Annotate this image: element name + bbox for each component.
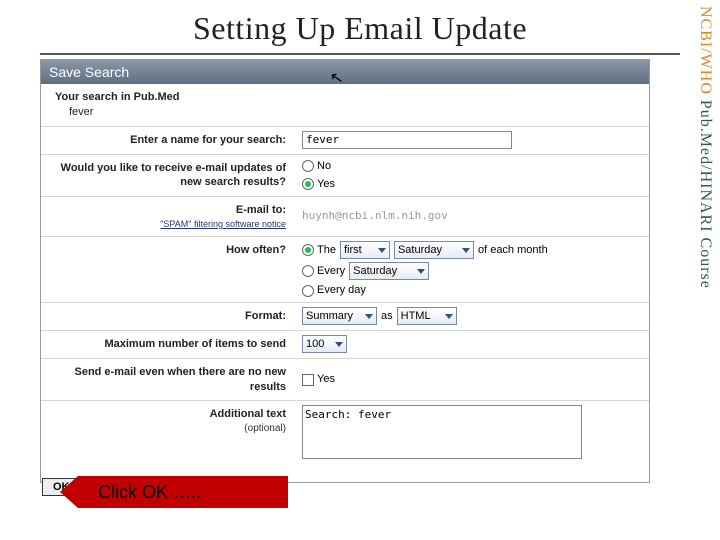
howoften-everyday-label: Every day bbox=[317, 283, 366, 298]
row-even: Send e-mail even when there are no new r… bbox=[41, 359, 649, 402]
search-value: fever bbox=[55, 105, 286, 120]
addl-sub: (optional) bbox=[47, 422, 286, 436]
radio-icon bbox=[302, 265, 314, 277]
additional-text-input[interactable]: Search: fever bbox=[302, 405, 582, 459]
row-additional: Additional text (optional) Search: fever bbox=[41, 401, 649, 463]
howoften-ofeach: of each month bbox=[478, 243, 548, 258]
radio-icon bbox=[302, 178, 314, 190]
format-html-select[interactable]: HTML bbox=[397, 307, 457, 325]
sidebar-rest: Pub.Med/HINARI Course bbox=[697, 95, 714, 289]
updates-label: Would you like to receive e-mail updates… bbox=[41, 155, 296, 197]
even-label: Send e-mail even when there are no new r… bbox=[41, 359, 296, 401]
howoften-every-select[interactable]: Saturday bbox=[349, 262, 429, 280]
search-label-text: Your search in Pub.Med bbox=[55, 91, 180, 103]
spam-notice-link[interactable]: "SPAM" filtering software notice bbox=[47, 218, 286, 230]
course-sidebar-text: NCBI/WHO Pub.Med/HINARI Course bbox=[696, 6, 714, 289]
row-howoften: How often? The first Saturday of each mo… bbox=[41, 237, 649, 303]
search-label: Your search in Pub.Med fever bbox=[41, 84, 296, 126]
row-format: Format: Summary as HTML bbox=[41, 303, 649, 331]
addl-label: Additional text (optional) bbox=[41, 401, 296, 463]
save-search-panel: Save Search Your search in Pub.Med fever… bbox=[40, 59, 650, 483]
panel-header: Save Search bbox=[41, 60, 649, 84]
row-name: Enter a name for your search: fever bbox=[41, 127, 649, 155]
emailto-label: E-mail to: "SPAM" filtering software not… bbox=[41, 197, 296, 236]
howoften-day-select[interactable]: Saturday bbox=[394, 241, 474, 259]
addl-label-text: Additional text bbox=[210, 408, 286, 420]
row-max: Maximum number of items to send 100 bbox=[41, 331, 649, 359]
format-select[interactable]: Summary bbox=[302, 307, 377, 325]
callout-box: Click OK ….. bbox=[78, 476, 288, 508]
max-label: Maximum number of items to send bbox=[41, 331, 296, 358]
arrow-left-icon bbox=[60, 476, 78, 508]
updates-no-label: No bbox=[317, 159, 331, 174]
even-yes-label: Yes bbox=[317, 372, 335, 387]
radio-icon bbox=[302, 244, 314, 256]
slide-title: Setting Up Email Update bbox=[0, 0, 720, 53]
emailto-value: huynh@ncbi.nlm.nih.gov bbox=[302, 209, 448, 224]
divider bbox=[40, 53, 680, 55]
emailto-label-text: E-mail to: bbox=[236, 204, 286, 216]
updates-no-radio[interactable]: No bbox=[302, 159, 335, 174]
row-emailto: E-mail to: "SPAM" filtering software not… bbox=[41, 197, 649, 237]
updates-yes-label: Yes bbox=[317, 177, 335, 192]
howoften-every-radio[interactable]: Every bbox=[302, 264, 345, 279]
name-input[interactable]: fever bbox=[302, 131, 512, 149]
howoften-every-label: Every bbox=[317, 264, 345, 279]
howoften-ordinal-select[interactable]: first bbox=[340, 241, 390, 259]
howoften-the-radio[interactable]: The bbox=[302, 243, 336, 258]
format-as: as bbox=[381, 309, 393, 324]
radio-icon bbox=[302, 160, 314, 172]
callout-text: Click OK ….. bbox=[78, 482, 201, 503]
format-label: Format: bbox=[41, 303, 296, 330]
row-search: Your search in Pub.Med fever bbox=[41, 84, 649, 127]
updates-yes-radio[interactable]: Yes bbox=[302, 177, 335, 192]
sidebar-accent: NCBI/WHO bbox=[697, 6, 714, 95]
even-yes-checkbox[interactable]: Yes bbox=[302, 372, 335, 387]
row-updates: Would you like to receive e-mail updates… bbox=[41, 155, 649, 198]
howoften-the-label: The bbox=[317, 243, 336, 258]
max-select[interactable]: 100 bbox=[302, 335, 347, 353]
name-label: Enter a name for your search: bbox=[41, 127, 296, 154]
checkbox-icon bbox=[302, 374, 314, 386]
howoften-everyday-radio[interactable]: Every day bbox=[302, 283, 366, 298]
radio-icon bbox=[302, 285, 314, 297]
howoften-label: How often? bbox=[41, 237, 296, 302]
